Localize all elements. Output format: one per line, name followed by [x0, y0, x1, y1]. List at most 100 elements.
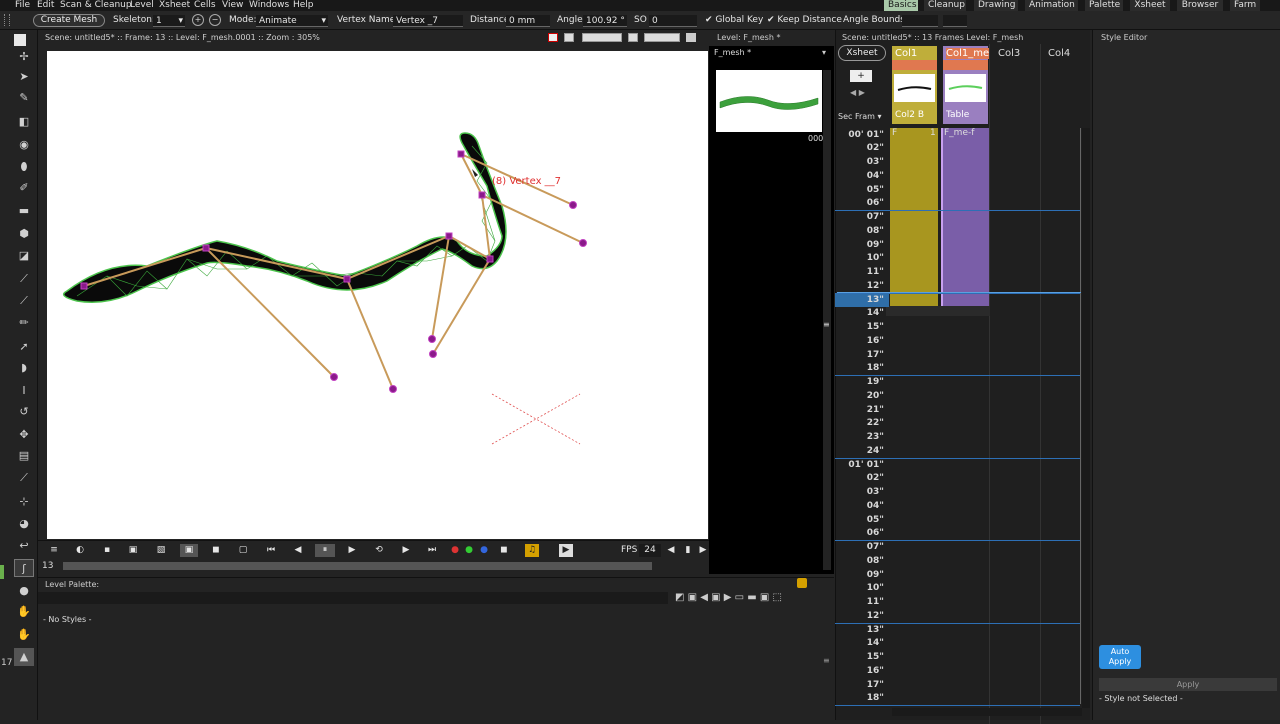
frame-row[interactable]: 21" — [835, 404, 1080, 418]
frame-row[interactable]: 08" — [835, 555, 1080, 569]
fps-slider-right-icon[interactable]: ▶ — [699, 544, 707, 557]
room-tab-browser[interactable]: Browser — [1177, 0, 1223, 11]
black-bg-icon[interactable]: ▣ — [127, 544, 139, 557]
frame-row[interactable]: 17" — [835, 679, 1080, 693]
frame-row[interactable]: 09" — [835, 569, 1080, 583]
sound-icon[interactable]: ♫ — [525, 544, 539, 557]
hook-tool-icon[interactable]: ⊹ — [14, 493, 34, 511]
frame-row[interactable]: 03" — [835, 486, 1080, 500]
column-header-col2[interactable]: Col1_me Table — [943, 46, 990, 124]
green-channel-icon[interactable]: ● — [463, 544, 475, 557]
red-channel-icon[interactable]: ● — [449, 544, 461, 557]
palette-scroll-icon[interactable]: ≡ — [823, 656, 830, 665]
add-skeleton-icon[interactable]: + — [192, 14, 204, 26]
preview-toggle-icon[interactable] — [548, 33, 558, 42]
scroll-thumb-icon[interactable]: ≡ — [823, 320, 830, 329]
pump-tool-icon[interactable]: ➚ — [14, 338, 34, 356]
prev-frame-icon[interactable]: ◀ — [292, 544, 304, 557]
mode-select[interactable]: Animate ▾ — [256, 15, 328, 27]
frame-row[interactable]: 13" — [835, 624, 1080, 638]
frame-row[interactable]: 11" — [835, 596, 1080, 610]
column-parent[interactable]: Table — [946, 110, 969, 120]
frame-row[interactable]: 03" — [835, 156, 1080, 170]
frame-row[interactable]: 15" — [835, 321, 1080, 335]
new-level-icon[interactable]: + — [850, 70, 872, 82]
frame-row[interactable]: 20" — [835, 390, 1080, 404]
camera-icon[interactable]: ▢ — [237, 544, 249, 557]
frame-field[interactable]: 13 — [42, 561, 53, 571]
eraser-tool-icon[interactable]: ▬ — [14, 202, 34, 220]
pinch-tool-icon[interactable]: ✏ — [14, 314, 34, 332]
column-header-col4[interactable]: Col4 — [1048, 48, 1070, 59]
xsheet-vertical-scrollbar[interactable] — [1082, 128, 1090, 708]
last-frame-icon[interactable]: ⏭ — [426, 544, 438, 557]
level-thumbnail[interactable] — [716, 70, 822, 132]
frame-row[interactable]: 15" — [835, 651, 1080, 665]
fps-slider-left-icon[interactable]: ◀ — [667, 544, 675, 557]
plastic-tool-icon[interactable]: ◕ — [14, 515, 34, 533]
first-frame-icon[interactable]: ⏮ — [265, 544, 277, 557]
frame-row[interactable]: 10" — [835, 582, 1080, 596]
frame-row[interactable]: 11" — [835, 266, 1080, 280]
frame-row[interactable]: 06" — [835, 527, 1080, 542]
frame-row[interactable]: 04" — [835, 500, 1080, 514]
menu-help[interactable]: Help — [293, 0, 314, 10]
frame-row[interactable]: 08" — [835, 225, 1080, 239]
frame-row[interactable]: 09" — [835, 239, 1080, 253]
room-tab-cleanup[interactable]: Cleanup — [924, 0, 966, 11]
frame-row[interactable]: 00' 01" — [835, 129, 1080, 143]
angle-bounds-min-field[interactable] — [902, 15, 938, 27]
white-bg-icon[interactable]: ▪ — [101, 544, 113, 557]
level-strip-scrollbar[interactable]: ≡ — [823, 70, 831, 570]
menu-cells[interactable]: Cells — [194, 0, 216, 10]
frame-row[interactable]: 02" — [835, 142, 1080, 156]
angle-bounds-max-field[interactable] — [943, 15, 967, 27]
menu-windows[interactable]: Windows — [249, 0, 289, 10]
frame-slider[interactable] — [63, 562, 652, 570]
animate-tool-icon[interactable]: ✢ — [14, 48, 34, 66]
xsheet-horizontal-scrollbar[interactable] — [892, 708, 1082, 716]
freeze-icon[interactable] — [644, 33, 680, 42]
column-parent[interactable]: Col2 B — [895, 110, 924, 120]
column-header-col3[interactable]: Col3 — [998, 48, 1020, 59]
frame-row[interactable]: 02" — [835, 472, 1080, 486]
tape-tool-icon[interactable]: ⬢ — [14, 225, 34, 243]
alpha-channel-icon[interactable]: ◼ — [498, 544, 510, 557]
room-tab-animation[interactable]: Animation — [1025, 0, 1078, 11]
global-key-checkbox[interactable]: ✔ Global Key — [705, 14, 763, 26]
bg-color-icon[interactable] — [582, 33, 622, 42]
preview-toggle[interactable] — [892, 60, 937, 70]
grip-handle[interactable] — [4, 14, 10, 26]
frame-row[interactable]: 12" — [835, 610, 1080, 624]
keep-distance-checkbox[interactable]: ✔ Keep Distance — [767, 14, 842, 26]
geometric-tool-icon[interactable]: ◧ — [14, 113, 34, 131]
frame-row[interactable]: 12" — [835, 280, 1080, 294]
palette-toolbar-icons[interactable]: ◩ ▣ ◀ ▣ ▶ ▭ ▬ ▣ ⬚ — [675, 592, 782, 603]
frame-row[interactable]: 23" — [835, 431, 1080, 445]
finger-tool-icon[interactable]: ✋ — [14, 603, 34, 621]
frame-row[interactable]: 07" — [835, 541, 1080, 555]
chevron-down-icon[interactable]: ▾ — [822, 48, 826, 57]
preview-toggle[interactable] — [943, 60, 988, 70]
checker-bg-icon[interactable]: ▧ — [155, 544, 167, 557]
play-icon[interactable]: ▶ — [346, 544, 358, 557]
apply-button[interactable]: Apply — [1099, 678, 1277, 691]
camera-stand-icon[interactable]: ▣ — [180, 544, 198, 557]
xsheet-tab[interactable]: Xsheet — [838, 45, 886, 61]
sec-frame-toggle[interactable]: Sec Fram ▾ — [838, 112, 882, 121]
frame-row[interactable]: 10" — [835, 252, 1080, 266]
room-tab-farm[interactable]: Farm — [1230, 0, 1260, 11]
rotate-tool-icon[interactable]: ● — [14, 582, 34, 600]
menu-xsheet[interactable]: Xsheet — [159, 0, 190, 10]
fill-tool-icon[interactable]: ⬮ — [14, 158, 34, 176]
auto-apply-button[interactable]: Auto Apply — [1099, 645, 1141, 669]
iron-tool-icon[interactable]: ↺ — [14, 403, 34, 421]
room-tab-basics[interactable]: Basics — [884, 0, 918, 11]
selection-tool-icon[interactable]: ➤ — [14, 68, 34, 86]
zoom-tool-icon[interactable]: ↩ — [14, 537, 34, 555]
skeleton-tool-icon[interactable]: ▤ — [14, 447, 34, 465]
menu-level[interactable]: Level — [130, 0, 154, 10]
skeleton-mesh-tool-icon[interactable]: ʃ — [14, 559, 34, 577]
lock-palette-icon[interactable] — [797, 578, 807, 588]
frame-row[interactable]: 13" — [835, 293, 889, 308]
